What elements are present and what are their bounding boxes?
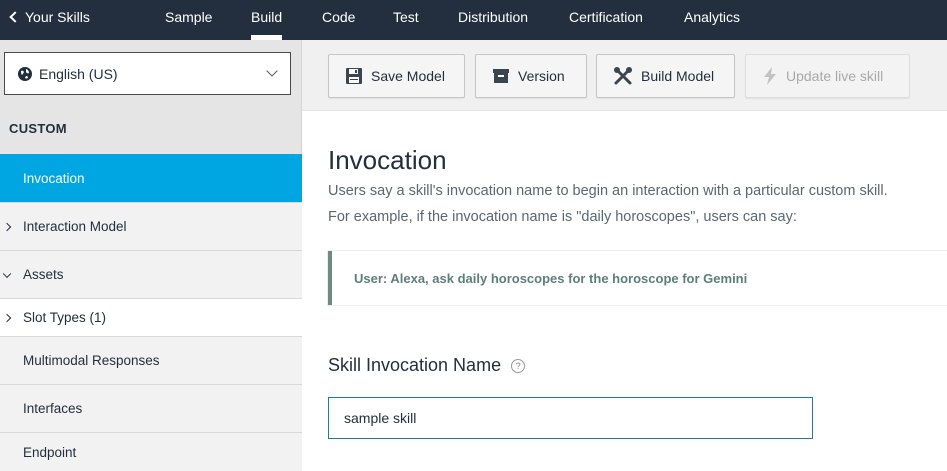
tab-test[interactable]: Test	[393, 0, 419, 34]
example-text: User: Alexa, ask daily horoscopes for th…	[354, 270, 748, 286]
sidebar-item-label: Endpoint	[23, 444, 77, 460]
top-nav: Your Skills Sample Build Code Test Distr…	[0, 0, 947, 40]
sidebar-item-assets[interactable]: Assets	[0, 250, 302, 298]
chevron-right-icon	[2, 222, 12, 231]
help-icon[interactable]: ?	[511, 358, 526, 373]
tab-analytics[interactable]: Analytics	[684, 0, 740, 34]
version-button[interactable]: Version	[475, 54, 587, 98]
sidebar-item-label: Invocation	[23, 170, 85, 186]
chevron-right-icon	[2, 313, 12, 322]
update-live-skill-label: Update live skill	[786, 68, 884, 84]
page-title: Invocation	[328, 145, 447, 175]
globe-icon	[18, 66, 32, 81]
sidebar-item-label: Interfaces	[23, 401, 83, 416]
sidebar-item-label: Interaction Model	[23, 219, 127, 234]
section-label: CUSTOM	[9, 121, 67, 136]
archive-box-icon	[493, 69, 509, 83]
example-callout: User: Alexa, ask daily horoscopes for th…	[328, 251, 947, 305]
description-line-2: For example, if the invocation name is "…	[328, 209, 797, 225]
tab-distribution[interactable]: Distribution	[458, 0, 528, 34]
description-line-1: Users say a skill's invocation name to b…	[328, 183, 888, 199]
sidebar-item-label: Multimodal Responses	[23, 353, 160, 368]
tab-code[interactable]: Code	[322, 0, 355, 34]
chevron-left-icon	[9, 11, 21, 23]
tab-certification[interactable]: Certification	[569, 0, 643, 34]
tab-build[interactable]: Build	[251, 0, 283, 40]
back-to-skills-link[interactable]: Your Skills	[9, 0, 90, 34]
floppy-disk-icon	[346, 68, 362, 84]
tab-sample[interactable]: Sample	[165, 0, 212, 34]
back-label: Your Skills	[25, 9, 90, 25]
sidebar-item-endpoint[interactable]: Endpoint	[0, 432, 302, 471]
chevron-down-icon	[2, 269, 12, 278]
sidebar-item-label: Slot Types (1)	[23, 310, 107, 325]
chevron-down-icon	[266, 65, 278, 77]
locale-value: English (US)	[39, 65, 118, 82]
lightning-icon	[764, 67, 776, 85]
sidebar-item-slot-types[interactable]: Slot Types (1)	[0, 298, 302, 336]
tools-icon	[614, 67, 632, 85]
sidebar-item-interaction-model[interactable]: Interaction Model	[0, 202, 302, 250]
update-live-skill-button[interactable]: Update live skill	[745, 54, 910, 98]
field-label: Skill Invocation Name ?	[328, 355, 526, 376]
locale-select[interactable]: English (US)	[4, 52, 291, 95]
toolbar: Save Model Version Build Model Update li…	[302, 40, 947, 111]
sidebar-item-invocation[interactable]: Invocation	[0, 154, 302, 202]
skill-invocation-name-input[interactable]	[328, 397, 813, 439]
skill-invocation-name-label: Skill Invocation Name	[328, 355, 502, 375]
save-model-label: Save Model	[371, 68, 445, 84]
version-label: Version	[518, 68, 565, 84]
build-model-label: Build Model	[641, 68, 715, 84]
build-model-button[interactable]: Build Model	[596, 54, 735, 98]
save-model-button[interactable]: Save Model	[328, 54, 465, 98]
sidebar-item-label: Assets	[23, 267, 64, 282]
sidebar-item-multimodal-responses[interactable]: Multimodal Responses	[0, 336, 302, 384]
sidebar-item-interfaces[interactable]: Interfaces	[0, 384, 302, 432]
